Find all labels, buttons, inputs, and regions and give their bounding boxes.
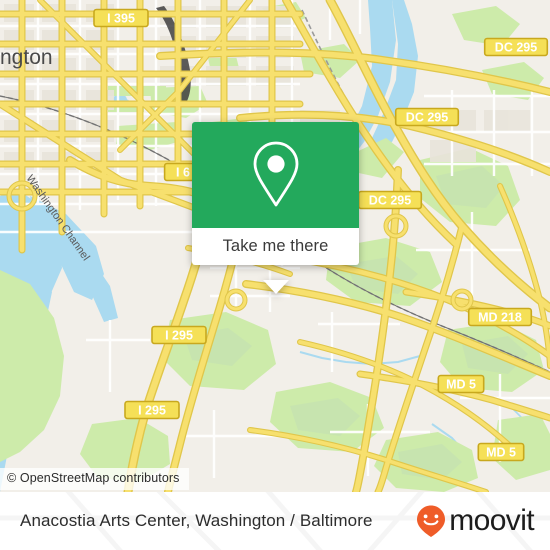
footer-bar: Anacostia Arts Center, Washington / Balt… xyxy=(0,492,550,550)
moovit-pin-icon xyxy=(417,505,446,537)
svg-text:MD 218: MD 218 xyxy=(478,311,522,325)
take-me-there-label: Take me there xyxy=(222,237,329,255)
highway-shield: I 295 xyxy=(151,325,207,345)
page-title: Anacostia Arts Center, Washington / Balt… xyxy=(20,511,373,530)
highway-shield: I 295 xyxy=(124,400,180,420)
svg-text:DC 295: DC 295 xyxy=(406,111,448,125)
highway-shield: DC 295 xyxy=(483,37,549,57)
moovit-logo[interactable]: moovit xyxy=(415,504,535,538)
svg-text:I 295: I 295 xyxy=(165,329,193,343)
highway-shield: DC 295 xyxy=(394,107,460,127)
svg-text:DC 295: DC 295 xyxy=(495,41,537,55)
highway-shield: MD 5 xyxy=(437,374,485,394)
take-me-there-button[interactable]: Take me there xyxy=(192,228,359,265)
destination-popup-card[interactable]: Take me there xyxy=(192,122,359,294)
moovit-wordmark: moovit xyxy=(449,504,534,537)
map-label: ngton xyxy=(0,46,53,69)
moovit-map-screenshot: ngton Washington Channel I 395 DC 295 DC 2… xyxy=(0,0,550,550)
location-pin-icon xyxy=(253,141,298,207)
svg-text:I 6: I 6 xyxy=(176,166,190,180)
highway-shield: I 395 xyxy=(93,8,149,28)
svg-text:I 295: I 295 xyxy=(138,404,166,418)
card-pointer-tail xyxy=(262,280,289,294)
svg-text:DC 295: DC 295 xyxy=(369,194,411,208)
card-icon-area xyxy=(192,122,359,228)
highway-shield: DC 295 xyxy=(357,190,423,210)
osm-attribution: © OpenStreetMap contributors xyxy=(0,468,189,490)
svg-text:I 395: I 395 xyxy=(107,12,135,26)
highway-shield: MD 218 xyxy=(467,307,533,327)
svg-text:MD 5: MD 5 xyxy=(446,378,476,392)
highway-shield: MD 5 xyxy=(477,442,525,462)
svg-text:MD 5: MD 5 xyxy=(486,446,516,460)
